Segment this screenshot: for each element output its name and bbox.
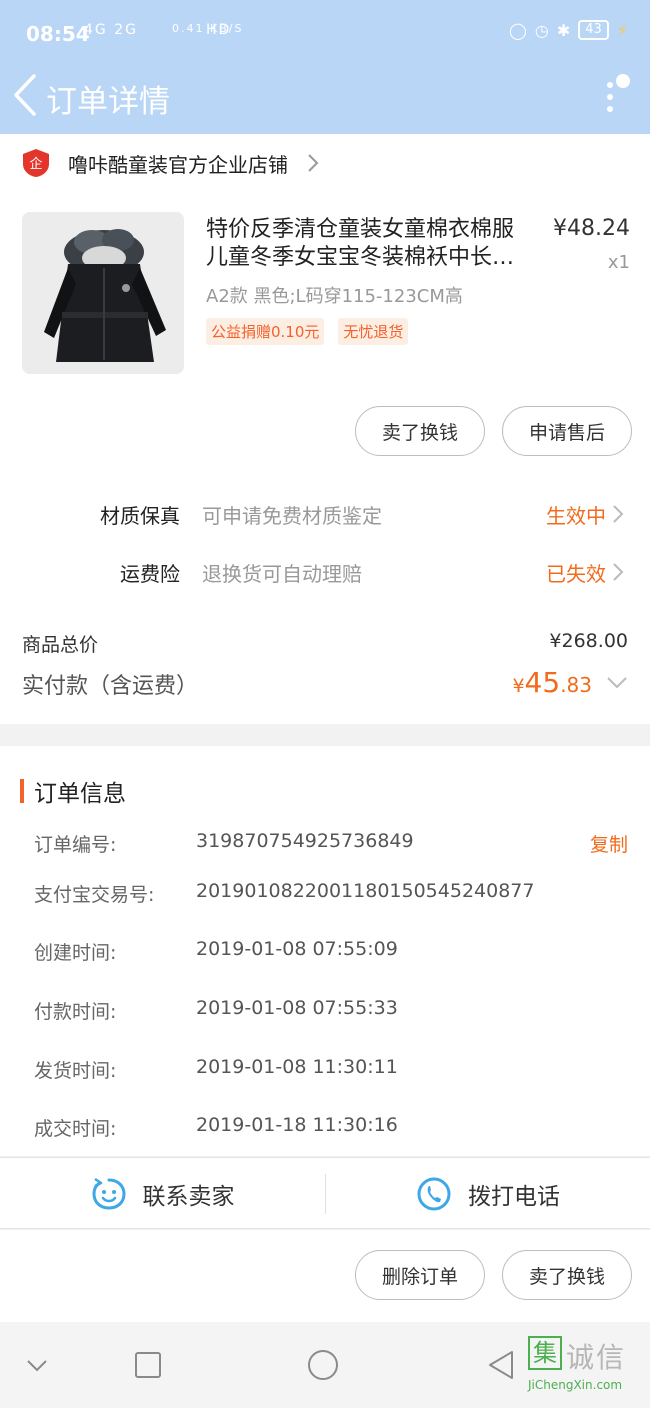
service-desc: 可申请免费材质鉴定	[202, 504, 382, 528]
info-value: 2019010822001180150545240877	[196, 880, 535, 902]
info-value: 319870754925736849	[196, 830, 414, 852]
chevron-right-icon	[308, 154, 319, 172]
notification-dot	[616, 74, 630, 88]
apply-after-sale-button[interactable]: 申请售后	[502, 406, 632, 456]
product-price: ¥48.24	[553, 216, 630, 241]
product-title[interactable]: 特价反季清仓童装女童棉衣棉服儿童冬季女宝宝冬装棉袄中长…	[206, 216, 531, 272]
top-bar: 08:54 4G 2G 0.41 KB/S HD ◯ ◷ ✱ 43 ⚡ 订单详情	[0, 0, 650, 134]
bottom-action-bar: 删除订单 卖了换钱	[0, 1230, 650, 1322]
status-time: 08:54	[26, 22, 90, 46]
goods-total-value: ¥268.00	[549, 630, 628, 652]
order-info-heading: 订单信息	[20, 774, 126, 808]
product-quantity: x1	[607, 252, 630, 273]
watermark-text: 诚信	[566, 1341, 627, 1374]
paid-decimal: .83	[560, 673, 592, 697]
shop-name[interactable]: 噜咔酷童装官方企业店铺	[68, 149, 288, 178]
alipay-trade-row: 支付宝交易号: 2019010822001180150545240877	[0, 880, 650, 910]
alarm-icon: ◷	[534, 20, 549, 40]
watermark-logo: 集	[528, 1336, 562, 1370]
chevron-right-icon	[613, 563, 624, 581]
info-value: 2019-01-08 11:30:11	[196, 1056, 398, 1078]
contact-bar: 联系卖家 拨打电话	[0, 1157, 650, 1229]
nav-home-icon[interactable]	[306, 1348, 340, 1382]
paid-amount-label: 实付款（含运费）	[22, 674, 199, 699]
created-time-row: 创建时间: 2019-01-08 07:55:09	[0, 938, 650, 968]
svg-text:企: 企	[29, 156, 42, 172]
charity-tag: 公益捐赠0.10元	[206, 318, 325, 345]
info-key: 订单编号:	[34, 834, 117, 856]
title-bar: 订单详情	[0, 64, 650, 134]
signal-indicator: 4G 2G	[84, 22, 138, 38]
heading-text: 订单信息	[34, 781, 126, 807]
info-key: 付款时间:	[34, 1001, 117, 1023]
info-key: 成交时间:	[34, 1118, 117, 1140]
sell-for-cash-button[interactable]: 卖了换钱	[355, 406, 485, 456]
call-phone-button[interactable]: 拨打电话	[326, 1158, 650, 1230]
product-tags: 公益捐赠0.10元 无忧退货	[206, 318, 409, 345]
lock-icon: ◯	[508, 20, 527, 40]
return-tag: 无忧退货	[338, 318, 409, 345]
phone-icon	[417, 1177, 451, 1211]
service-label: 运费险	[120, 562, 180, 586]
status-right-icons: ◯ ◷ ✱ 43 ⚡	[509, 20, 628, 40]
order-card: 企 噜咔酷童装官方企业店铺 特价反季清仓童装女童棉衣棉服儿童冬季女宝宝冬装棉袄中…	[0, 134, 650, 724]
sell-for-cash-bottom-button[interactable]: 卖了换钱	[502, 1250, 632, 1300]
heading-accent-bar	[20, 779, 24, 803]
system-nav-bar: 集 诚信 JiChengXin.com	[0, 1322, 650, 1408]
copy-button[interactable]: 复制	[590, 830, 628, 857]
product-sku: A2款 黑色;L码穿115-123CM高	[206, 286, 463, 307]
watermark: 集 诚信 JiChengXin.com	[528, 1332, 638, 1398]
order-number-row: 订单编号: 319870754925736849 复制	[0, 830, 650, 860]
hd-indicator: HD	[206, 22, 232, 38]
watermark-sub: JiChengXin.com	[528, 1378, 623, 1392]
service-desc: 退换货可自动理赔	[202, 562, 362, 586]
battery-icon: 43	[578, 20, 609, 40]
paid-time-row: 付款时间: 2019-01-08 07:55:33	[0, 997, 650, 1027]
deal-time-row: 成交时间: 2019-01-18 11:30:16	[0, 1114, 650, 1144]
info-key: 创建时间:	[34, 942, 117, 964]
nav-collapse-icon[interactable]	[20, 1348, 54, 1382]
service-row-material[interactable]: 材质保真 可申请免费材质鉴定 生效中	[0, 494, 650, 534]
shipped-time-row: 发货时间: 2019-01-08 11:30:11	[0, 1056, 650, 1086]
chat-smile-icon	[91, 1177, 126, 1210]
info-value: 2019-01-08 07:55:09	[196, 938, 398, 960]
service-status: 生效中	[546, 504, 606, 528]
service-status: 已失效	[546, 562, 606, 586]
enterprise-shop-icon: 企	[23, 149, 49, 177]
product-image[interactable]	[22, 212, 184, 374]
contact-seller-label: 联系卖家	[142, 1184, 235, 1210]
delete-order-button[interactable]: 删除订单	[355, 1250, 485, 1300]
chevron-down-icon[interactable]	[606, 676, 628, 690]
more-menu-icon[interactable]	[600, 74, 630, 122]
chevron-right-icon	[613, 505, 624, 523]
info-key: 支付宝交易号:	[34, 884, 155, 906]
info-key: 发货时间:	[34, 1060, 117, 1082]
order-info-section: 订单信息 订单编号: 319870754925736849 复制 支付宝交易号:…	[0, 746, 650, 1156]
goods-total-label: 商品总价	[22, 634, 99, 656]
paid-amount-value: ¥45.83	[512, 666, 592, 699]
service-label: 材质保真	[100, 504, 180, 528]
shop-row[interactable]: 企 噜咔酷童装官方企业店铺	[22, 148, 320, 178]
contact-seller-button[interactable]: 联系卖家	[0, 1158, 325, 1230]
back-arrow-icon[interactable]	[10, 72, 40, 118]
info-value: 2019-01-08 07:55:33	[196, 997, 398, 1019]
status-bar: 08:54 4G 2G 0.41 KB/S HD ◯ ◷ ✱ 43 ⚡	[0, 0, 650, 64]
info-value: 2019-01-18 11:30:16	[196, 1114, 398, 1136]
charging-icon: ⚡	[616, 20, 628, 40]
paid-integer: 45	[524, 666, 561, 699]
coat-image	[22, 212, 184, 374]
paid-currency: ¥	[512, 675, 525, 697]
call-phone-label: 拨打电话	[468, 1184, 560, 1210]
service-row-shipping-insurance[interactable]: 运费险 退换货可自动理赔 已失效	[0, 552, 650, 592]
page-title: 订单详情	[46, 84, 170, 120]
nav-recent-apps-icon[interactable]	[131, 1348, 165, 1382]
bluetooth-icon: ✱	[556, 20, 571, 40]
nav-back-icon[interactable]	[484, 1348, 518, 1382]
